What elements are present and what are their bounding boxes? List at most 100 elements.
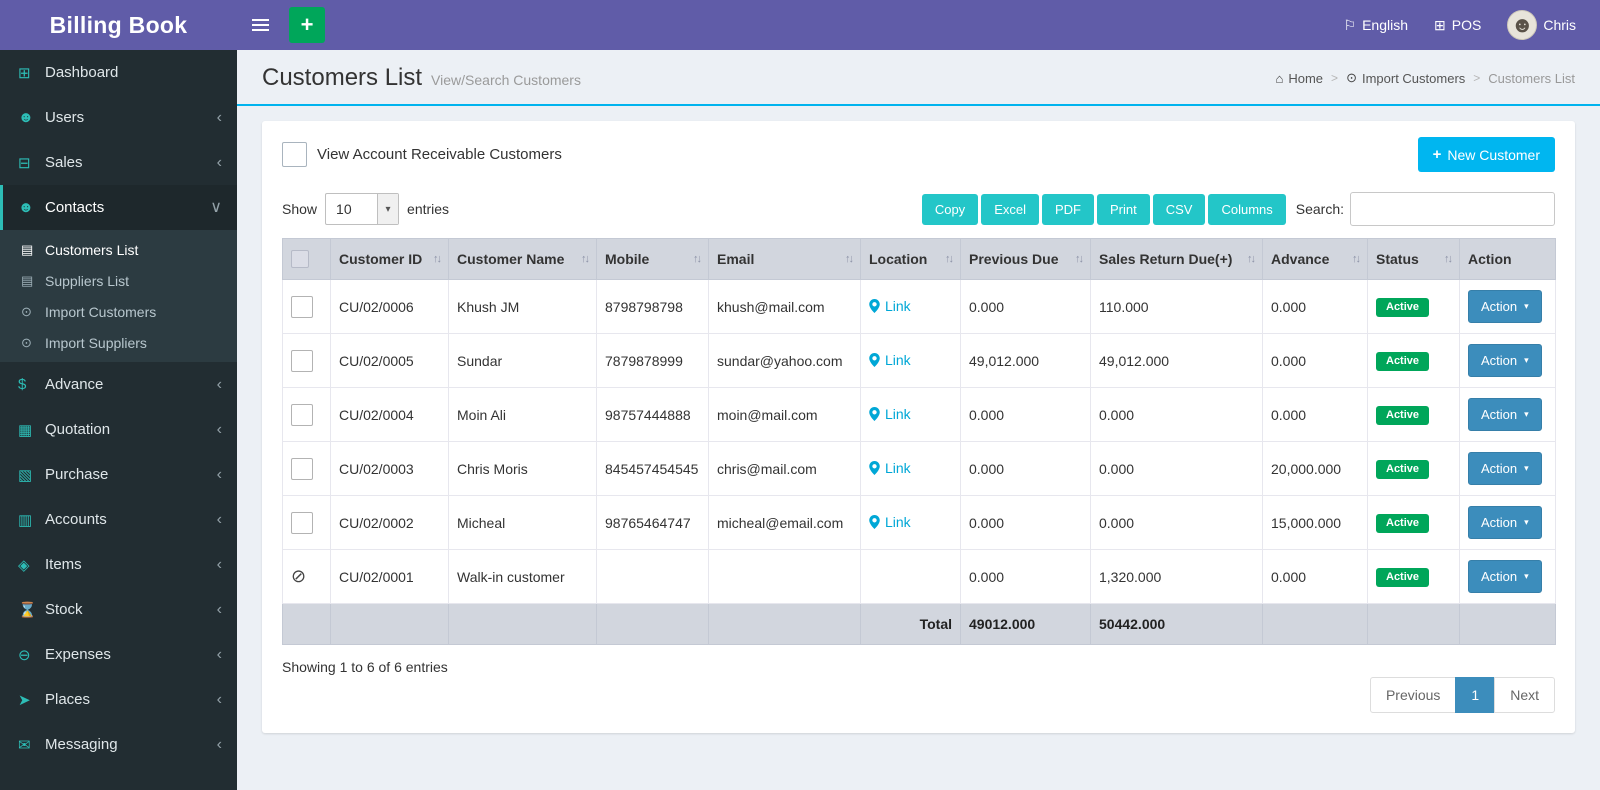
- sidebar-item-quotation[interactable]: ▦ Quotation ‹: [0, 407, 237, 452]
- column-header-email[interactable]: Email↑↓: [709, 239, 861, 280]
- action-button[interactable]: Action ▾: [1468, 344, 1542, 377]
- status-badge: Active: [1376, 568, 1429, 587]
- table-row: CU/02/0003 Chris Moris 845457454545 chri…: [283, 442, 1556, 496]
- location-link[interactable]: Link: [869, 406, 911, 422]
- cell-mobile: 8798798798: [597, 280, 709, 334]
- sidebar-item-items[interactable]: ◈ Items ‹: [0, 542, 237, 587]
- search-input[interactable]: [1350, 192, 1555, 226]
- pos-button[interactable]: ⊞ POS: [1434, 0, 1481, 50]
- row-checkbox[interactable]: [291, 512, 313, 534]
- action-button[interactable]: Action ▾: [1468, 560, 1542, 593]
- pagination: Previous 1 Next: [1371, 677, 1555, 713]
- cell-select: [283, 334, 331, 388]
- cell-action: Action ▾: [1460, 280, 1556, 334]
- plus-icon: +: [1433, 146, 1442, 163]
- column-header-mobile[interactable]: Mobile↑↓: [597, 239, 709, 280]
- receivable-filter-checkbox[interactable]: [282, 142, 307, 167]
- avatar-face-icon: ☻: [1511, 10, 1534, 40]
- language-menu[interactable]: ⚐ English: [1344, 0, 1408, 50]
- cell-previous-due: 0.000: [961, 388, 1091, 442]
- column-header-status[interactable]: Status↑↓: [1368, 239, 1460, 280]
- sidebar-item-messaging[interactable]: ✉ Messaging ‹: [0, 722, 237, 767]
- action-button-label: Action: [1481, 515, 1517, 530]
- location-pin-icon: [869, 407, 880, 421]
- export-button-pdf[interactable]: PDF: [1042, 194, 1094, 225]
- export-button-excel[interactable]: Excel: [981, 194, 1039, 225]
- select-all-checkbox[interactable]: [291, 250, 309, 268]
- chevron-left-icon: ‹: [217, 692, 222, 708]
- brand[interactable]: Billing Book: [0, 0, 237, 50]
- sidebar-item-customers-list[interactable]: ▤ Customers List: [0, 234, 237, 265]
- sidebar-item-users[interactable]: ☻ Users ‹: [0, 95, 237, 140]
- column-header-sales-return-due[interactable]: Sales Return Due(+)↑↓: [1091, 239, 1263, 280]
- column-header-customer-id[interactable]: Customer ID↑↓: [331, 239, 449, 280]
- breadcrumb-import-customers[interactable]: ⊙ Import Customers: [1346, 70, 1465, 86]
- sidebar-item-places[interactable]: ➤ Places ‹: [0, 677, 237, 722]
- cell-select: [283, 388, 331, 442]
- sidebar-subitem-label: Suppliers List: [45, 273, 129, 289]
- cell-customer-id: CU/02/0001: [331, 550, 449, 604]
- row-checkbox[interactable]: [291, 458, 313, 480]
- new-customer-button[interactable]: + New Customer: [1418, 137, 1555, 172]
- cell-sales-return-due: 1,320.000: [1091, 550, 1263, 604]
- sidebar-item-import-customers[interactable]: ⊙ Import Customers: [0, 296, 237, 327]
- export-button-csv[interactable]: CSV: [1153, 194, 1206, 225]
- column-label: Action: [1468, 251, 1512, 267]
- action-button[interactable]: Action ▾: [1468, 506, 1542, 539]
- sort-icon: ↑↓: [1247, 253, 1254, 265]
- cell-customer-name: Chris Moris: [449, 442, 597, 496]
- location-link[interactable]: Link: [869, 460, 911, 476]
- breadcrumb-home[interactable]: ⌂ Home: [1276, 71, 1324, 86]
- sidebar-item-accounts[interactable]: ▥ Accounts ‹: [0, 497, 237, 542]
- location-link[interactable]: Link: [869, 514, 911, 530]
- column-header-customer-name[interactable]: Customer Name↑↓: [449, 239, 597, 280]
- column-header-previous-due[interactable]: Previous Due↑↓: [961, 239, 1091, 280]
- sidebar-item-contacts[interactable]: ☻ Contacts ∨: [0, 185, 237, 230]
- row-checkbox[interactable]: [291, 350, 313, 372]
- sidebar-toggle-button[interactable]: [237, 0, 283, 50]
- content-header: Customers List View/Search Customers ⌂ H…: [237, 50, 1600, 106]
- page-length-select[interactable]: 10 ▾: [325, 193, 399, 225]
- sidebar-subitem-label: Import Suppliers: [45, 335, 147, 351]
- total-empty-cell: [709, 604, 861, 645]
- sidebar: ⊞ Dashboard ☻ Users ‹ ⊟ Sales ‹ ☻ C: [0, 50, 237, 790]
- page-length-value: 10: [326, 201, 377, 217]
- pagination-previous[interactable]: Previous: [1370, 677, 1456, 713]
- title-wrap: Customers List View/Search Customers: [262, 64, 581, 92]
- sidebar-item-stock[interactable]: ⌛ Stock ‹: [0, 587, 237, 632]
- sidebar-item-advance[interactable]: $ Advance ‹: [0, 362, 237, 407]
- action-button[interactable]: Action ▾: [1468, 452, 1542, 485]
- export-button-print[interactable]: Print: [1097, 194, 1150, 225]
- quick-add-button[interactable]: +: [289, 7, 325, 43]
- pagination-page-1[interactable]: 1: [1455, 677, 1495, 713]
- row-checkbox[interactable]: [291, 404, 313, 426]
- sidebar-item-label: Accounts: [45, 511, 107, 528]
- user-menu[interactable]: ☻ Chris: [1507, 0, 1576, 50]
- sidebar-item-expenses[interactable]: ⊖ Expenses ‹: [0, 632, 237, 677]
- action-button[interactable]: Action ▾: [1468, 290, 1542, 323]
- places-icon: ➤: [18, 691, 45, 709]
- pagination-next[interactable]: Next: [1494, 677, 1555, 713]
- sort-icon: ↑↓: [1352, 253, 1359, 265]
- sidebar-item-suppliers-list[interactable]: ▤ Suppliers List: [0, 265, 237, 296]
- sidebar-subitem-label: Customers List: [45, 242, 138, 258]
- column-header-location[interactable]: Location↑↓: [861, 239, 961, 280]
- status-badge: Active: [1376, 514, 1429, 533]
- table-row: CU/02/0002 Micheal 98765464747 micheal@e…: [283, 496, 1556, 550]
- action-button[interactable]: Action ▾: [1468, 398, 1542, 431]
- export-button-columns[interactable]: Columns: [1208, 194, 1285, 225]
- export-button-copy[interactable]: Copy: [922, 194, 978, 225]
- location-link[interactable]: Link: [869, 352, 911, 368]
- caret-down-icon: ▾: [1524, 517, 1529, 528]
- column-header-advance[interactable]: Advance↑↓: [1263, 239, 1368, 280]
- sort-icon: ↑↓: [945, 253, 952, 265]
- sidebar-item-purchase[interactable]: ▧ Purchase ‹: [0, 452, 237, 497]
- customers-card: View Account Receivable Customers + New …: [262, 121, 1575, 733]
- sidebar-item-import-suppliers[interactable]: ⊙ Import Suppliers: [0, 327, 237, 358]
- location-link[interactable]: Link: [869, 298, 911, 314]
- row-checkbox[interactable]: [291, 296, 313, 318]
- sidebar-item-sales[interactable]: ⊟ Sales ‹: [0, 140, 237, 185]
- sidebar-item-dashboard[interactable]: ⊞ Dashboard: [0, 50, 237, 95]
- avatar: ☻: [1507, 10, 1537, 40]
- sort-icon: ↑↓: [581, 253, 588, 265]
